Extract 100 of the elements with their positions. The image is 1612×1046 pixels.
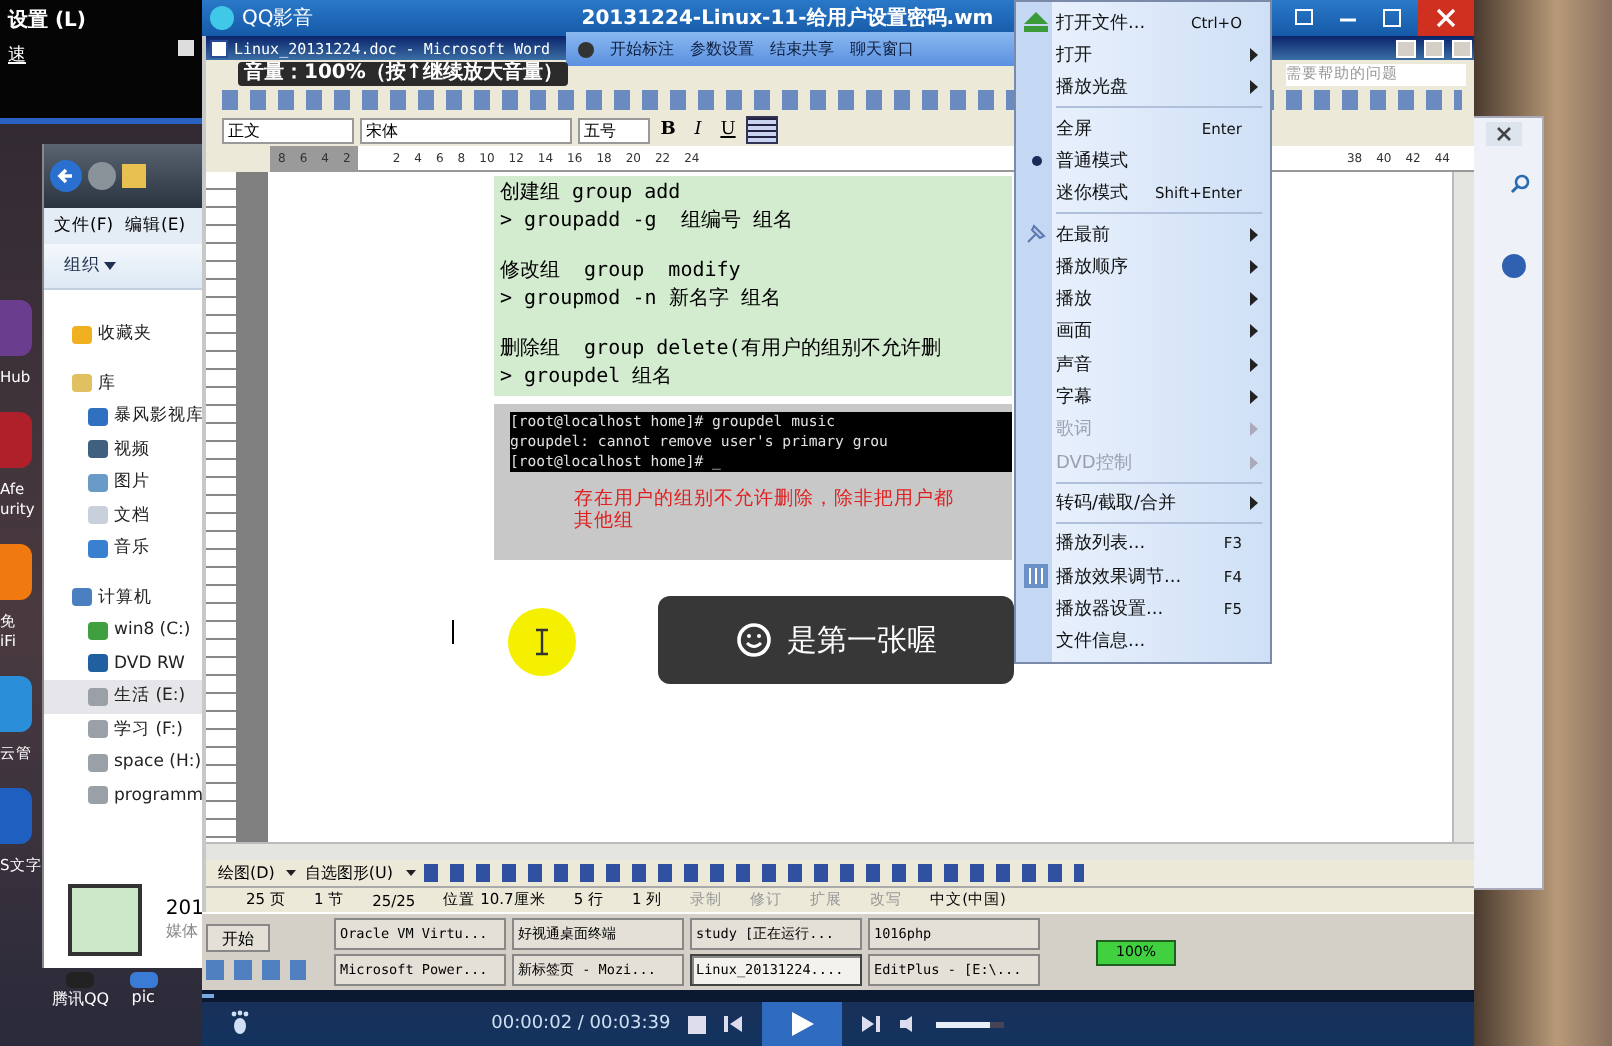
toolbar-button[interactable]: 开始标注 (610, 38, 674, 60)
bullet-icon (1031, 155, 1041, 166)
menu-item[interactable]: 文件信息... (1016, 625, 1270, 658)
caret-icon[interactable] (286, 870, 297, 876)
menu-item[interactable]: 编辑(E) (125, 214, 186, 238)
eject-icon (1024, 12, 1048, 33)
toast-text: 是第一张喔 (787, 621, 937, 659)
nav-item[interactable]: 生活 (E:) (44, 680, 204, 713)
menu-item[interactable]: 播放顺序 (1016, 250, 1270, 283)
video-thumbnail (68, 884, 142, 956)
progress-track[interactable] (202, 990, 1474, 1002)
document-text: 删除组 group delete(有用户的组别不允许删 (500, 336, 943, 364)
font-dropdown[interactable]: 宋体 (360, 117, 572, 143)
menu-item[interactable]: 字幕 (1016, 380, 1270, 414)
text-cursor-icon (532, 628, 552, 656)
submenu-arrow-icon (1250, 80, 1258, 95)
close-icon[interactable] (1452, 39, 1472, 57)
toolbar-button[interactable]: 聊天窗口 (850, 38, 914, 60)
menu-item[interactable]: 打开 (1016, 38, 1270, 72)
nav-item[interactable]: win8 (C:) (44, 614, 204, 647)
align-left-icon[interactable] (746, 116, 778, 144)
next-icon[interactable] (860, 1014, 881, 1034)
start-button[interactable]: 开始 (206, 924, 270, 952)
nav-item[interactable]: 视频 (44, 433, 204, 466)
nav-item[interactable]: DVD RW (44, 647, 204, 680)
menu-item[interactable]: 在最前 (1016, 217, 1270, 251)
toolbar-button[interactable]: 结束共享 (770, 38, 834, 60)
app-icon[interactable] (129, 972, 158, 988)
nav-item[interactable]: 音乐 (44, 532, 204, 565)
quick-launch-icons (206, 960, 306, 980)
submenu-arrow-icon (1250, 357, 1258, 372)
file-name: 201 (165, 898, 204, 920)
stop-icon[interactable] (688, 1015, 707, 1033)
nav-item[interactable]: 计算机 (44, 581, 204, 614)
submenu-arrow-icon (1250, 390, 1258, 405)
play-button[interactable] (762, 1002, 843, 1046)
app-icon[interactable] (0, 676, 32, 732)
app-icon[interactable] (0, 544, 32, 600)
warning-text: 其他组 (574, 510, 636, 532)
format-button[interactable]: B (656, 117, 680, 143)
volume-overlay-text: 音量：100%（按↑继续放大音量） (238, 62, 569, 86)
close-icon[interactable] (1486, 122, 1522, 146)
pin-icon (1024, 222, 1048, 246)
nav-item[interactable]: 库 (44, 367, 204, 400)
size-dropdown[interactable]: 五号 (578, 117, 650, 143)
menu-item[interactable]: 普通模式 (1016, 144, 1270, 178)
document-text: > groupmod -n 新名字 组名 (500, 286, 783, 314)
nav-item[interactable]: 暴风影视库 (44, 400, 204, 433)
submenu-arrow-icon (1250, 292, 1258, 307)
scrollbar[interactable] (1452, 172, 1474, 842)
file-type: 媒体 (165, 920, 200, 942)
nav-item[interactable]: space (H:) (44, 746, 204, 779)
submenu-arrow-icon (1250, 455, 1258, 470)
caret-icon[interactable] (104, 262, 116, 270)
app-logo-icon (210, 6, 234, 30)
toolbar-button[interactable]: 参数设置 (690, 38, 754, 60)
nav-item[interactable]: 学习 (F:) (44, 713, 204, 746)
pin-icon[interactable] (578, 41, 594, 57)
menu-item[interactable]: 转码/截取/合并 (1016, 486, 1270, 520)
play-icon (788, 1010, 817, 1038)
nav-item[interactable]: 收藏夹 (44, 318, 204, 351)
warning-text: 存在用户的组别不允许删除，除非把用户都 (574, 488, 956, 510)
organize-menu[interactable]: 组织 (64, 254, 100, 278)
menu-item[interactable]: 文件(F) (54, 214, 114, 238)
menu-item[interactable]: 声音 (1016, 348, 1270, 381)
setting-label: 速 (8, 43, 26, 68)
playback-time: 00:00:02 / 00:03:39 (491, 1014, 671, 1034)
app-name: QQ影音 (242, 5, 314, 32)
minimize-icon[interactable] (1396, 39, 1416, 57)
toolbar-menu[interactable]: 绘图(D) (218, 862, 275, 884)
volume-slider[interactable] (936, 1021, 1005, 1027)
icon-label: pic (131, 988, 155, 1006)
scrollbar[interactable] (206, 842, 1474, 860)
nav-item[interactable]: 文档 (44, 499, 204, 532)
nav-item[interactable]: programm (44, 779, 204, 812)
document-text: 修改组 group modify (500, 258, 743, 286)
restore-icon[interactable] (1424, 39, 1444, 57)
style-dropdown[interactable]: 正文 (222, 117, 354, 143)
search-icon[interactable] (1510, 174, 1530, 194)
menu-item[interactable]: 播放光盘 (1016, 71, 1270, 104)
help-icon[interactable] (1502, 254, 1526, 278)
previous-icon[interactable] (724, 1014, 745, 1034)
folder-icon (122, 164, 146, 188)
checkbox[interactable] (178, 40, 194, 56)
menu-item[interactable]: 画面 (1016, 315, 1270, 349)
text-caret (452, 620, 454, 644)
footprint-icon[interactable] (230, 1009, 250, 1039)
video-title: 20131224-Linux-11-给用户设置密码.wm (581, 4, 994, 32)
submenu-arrow-icon (1250, 259, 1258, 274)
menu-item[interactable]: 播放 (1016, 282, 1270, 316)
equalizer-icon (1024, 564, 1048, 589)
format-button[interactable]: I (686, 117, 710, 143)
nav-item[interactable]: 图片 (44, 466, 204, 499)
format-button[interactable]: U (716, 117, 740, 143)
submenu-arrow-icon (1250, 324, 1258, 339)
document-text: > groupdel 组名 (500, 364, 675, 392)
document-text: 创建组 group add (500, 180, 683, 208)
toolbar-menu[interactable]: 自选图形(U) (304, 862, 394, 884)
caret-icon[interactable] (405, 870, 416, 876)
submenu-arrow-icon (1250, 422, 1258, 437)
